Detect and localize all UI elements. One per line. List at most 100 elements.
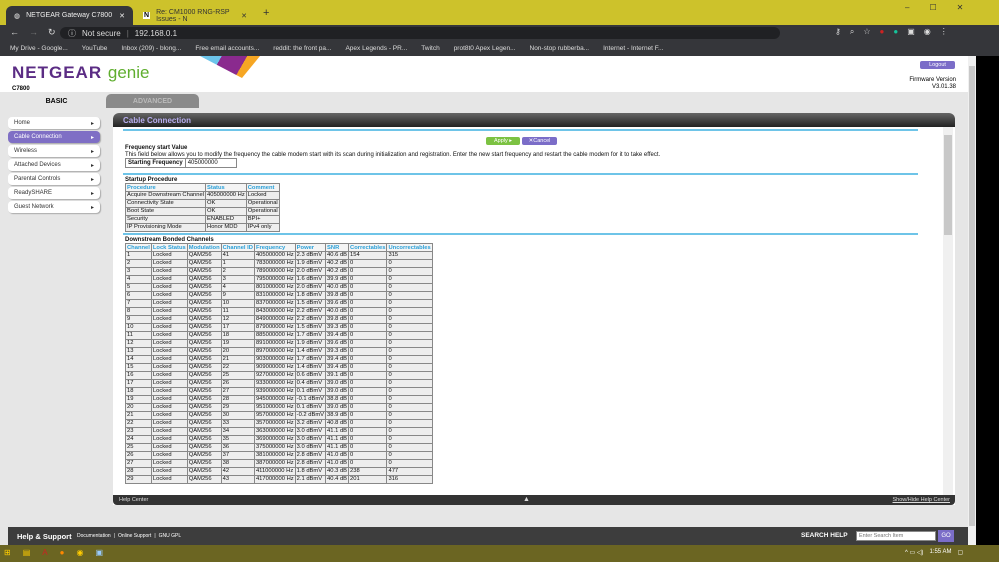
starting-frequency-input[interactable]: 405000000 <box>185 159 236 167</box>
table-cell: QAM256 <box>186 291 222 300</box>
table-cell: 39.9 dB <box>325 275 350 284</box>
key-icon[interactable]: ⚷ <box>835 27 841 37</box>
bookmark[interactable]: YouTube <box>82 45 108 52</box>
table-cell: 369000000 Hz <box>253 435 296 444</box>
notifications-icon[interactable]: ▢ <box>957 549 963 556</box>
tray-icons[interactable]: ^ ▭ ◁) <box>905 549 923 556</box>
table-cell: 0.4 dBmV <box>294 379 327 388</box>
new-tab-button[interactable]: + <box>263 7 269 19</box>
table-cell: 837000000 Hz <box>253 299 296 308</box>
table-cell: 28 <box>220 395 255 404</box>
minimize-icon[interactable]: – <box>905 3 909 12</box>
table-cell: 0 <box>348 411 388 420</box>
tab-basic[interactable]: BASIC <box>10 94 103 108</box>
bookmark[interactable]: Twitch <box>421 45 439 52</box>
table-cell: Honor MDD <box>205 223 247 232</box>
star-icon[interactable]: ☆ <box>863 27 870 37</box>
freq-title: Frequency start Value <box>125 145 188 151</box>
table-cell: 927000000 Hz <box>253 371 296 380</box>
reload-icon[interactable]: ↻ <box>48 27 56 38</box>
table-cell: 38.8 dB <box>325 395 350 404</box>
table-cell: 0 <box>386 451 433 460</box>
table-cell: Locked <box>150 315 188 324</box>
table-cell: Operational <box>245 199 280 208</box>
bookmark[interactable]: Internet - Internet F... <box>603 45 663 52</box>
bookmark[interactable]: reddit: the front pa... <box>273 45 331 52</box>
header: NETGEAR genie C7800 Logout Firmware Vers… <box>0 56 968 92</box>
tab-cm1000[interactable]: N Re: CM1000 RNG-RSP Issues - N ✕ <box>135 6 255 25</box>
bookmark[interactable]: Free email accounts... <box>195 45 259 52</box>
back-icon[interactable]: ← <box>10 27 19 38</box>
table-cell: 957000000 Hz <box>253 411 296 420</box>
expand-arrow-icon[interactable]: ▲ <box>523 496 530 503</box>
profile-avatar[interactable]: ◉ <box>924 27 931 37</box>
bookmark[interactable]: My Drive - Google... <box>10 45 68 52</box>
table-cell: 0 <box>386 291 433 300</box>
channel-row: 24 Locked QAM256 35 369000000 Hz 3.0 dBmV 41.1… <box>125 435 433 444</box>
tab-netgear[interactable]: ◍ NETGEAR Gateway C7800 ✕ <box>6 6 133 25</box>
close-tab-icon[interactable]: ✕ <box>241 12 247 20</box>
online-support-link[interactable]: Online Support <box>118 533 151 539</box>
table-cell: 0 <box>348 347 388 356</box>
table-cell: 3.0 dBmV <box>294 435 327 444</box>
extension-icon[interactable]: ● <box>880 27 885 37</box>
app-icon[interactable]: ▣ <box>95 548 103 557</box>
nav-cable-connection[interactable]: Cable Connection ▸ <box>8 131 100 143</box>
panel-scrollbar[interactable] <box>943 127 953 495</box>
forward-icon[interactable]: → <box>29 27 38 38</box>
tab-advanced[interactable]: ADVANCED <box>106 94 199 108</box>
nav-wireless[interactable]: Wireless ▸ <box>8 145 100 157</box>
gnu-gpl-link[interactable]: GNU GPL <box>159 533 182 539</box>
table-cell: 30 <box>220 411 255 420</box>
url-field[interactable]: ⓘ Not secure | 192.168.0.1 <box>60 27 780 39</box>
close-window-icon[interactable]: ✕ <box>957 3 964 12</box>
table-cell: QAM256 <box>186 363 222 372</box>
bookmark[interactable]: Non-stop rubberba... <box>530 45 590 52</box>
firefox-icon[interactable]: ● <box>60 548 65 557</box>
apply-button[interactable]: Apply ▸ <box>486 137 520 145</box>
documentation-link[interactable]: Documentation <box>77 533 111 539</box>
help-center-link[interactable]: Help Center <box>119 497 148 503</box>
extension-icon[interactable]: ▣ <box>907 27 915 37</box>
nav-readyshare[interactable]: ReadySHARE ▸ <box>8 187 100 199</box>
go-button[interactable]: GO <box>938 530 954 542</box>
table-cell: QAM256 <box>186 259 222 268</box>
bookmark[interactable]: Apex Legends - PR... <box>345 45 407 52</box>
clock[interactable]: 1:55 AM <box>929 549 951 556</box>
table-cell: 25 <box>125 443 152 452</box>
arrow-icon: ▸ <box>90 204 94 211</box>
table-cell: 1.9 dBmV <box>294 259 327 268</box>
table-cell: 417000000 Hz <box>253 475 296 484</box>
nav-parental-controls[interactable]: Parental Controls ▸ <box>8 173 100 185</box>
grammarly-icon[interactable]: ● <box>893 27 898 37</box>
table-cell: 39.0 dB <box>325 403 350 412</box>
nav-attached-devices[interactable]: Attached Devices ▸ <box>8 159 100 171</box>
start-icon[interactable]: ⊞ <box>4 548 11 557</box>
bookmark[interactable]: prot8t0 Apex Legen... <box>454 45 516 52</box>
close-tab-icon[interactable]: ✕ <box>119 12 125 20</box>
maximize-icon[interactable]: ☐ <box>929 3 936 12</box>
acrobat-icon[interactable]: A <box>42 548 47 557</box>
logout-button[interactable]: Logout <box>920 61 955 69</box>
table-cell: 4 <box>220 283 255 292</box>
table-cell: OK <box>205 207 247 216</box>
table-cell: 316 <box>386 475 433 484</box>
page-scrollbar[interactable] <box>968 56 976 545</box>
cancel-button[interactable]: ✕Cancel <box>522 137 557 145</box>
nav-home[interactable]: Home ▸ <box>8 117 100 129</box>
table-cell: IP Provisioning Mode <box>124 223 207 232</box>
bookmark[interactable]: Inbox (209) - blong... <box>121 45 181 52</box>
table-cell: 0 <box>386 331 433 340</box>
search-help-input[interactable] <box>856 531 936 541</box>
table-cell: 14 <box>125 355 152 364</box>
table-cell: 2.8 dBmV <box>294 459 327 468</box>
chrome-icon[interactable]: ◉ <box>76 548 83 557</box>
table-cell: 3.2 dBmV <box>294 419 327 428</box>
show-hide-help-link[interactable]: Show/Hide Help Center <box>893 497 950 503</box>
menu-icon[interactable]: ⋮ <box>940 27 948 37</box>
table-cell: 0 <box>348 299 388 308</box>
nav-guest-network[interactable]: Guest Network ▸ <box>8 201 100 213</box>
firmware-version: V3.01.38 <box>931 84 956 90</box>
zoom-icon[interactable]: ⌕ <box>850 27 854 37</box>
file-explorer-icon[interactable]: ▤ <box>23 548 31 557</box>
